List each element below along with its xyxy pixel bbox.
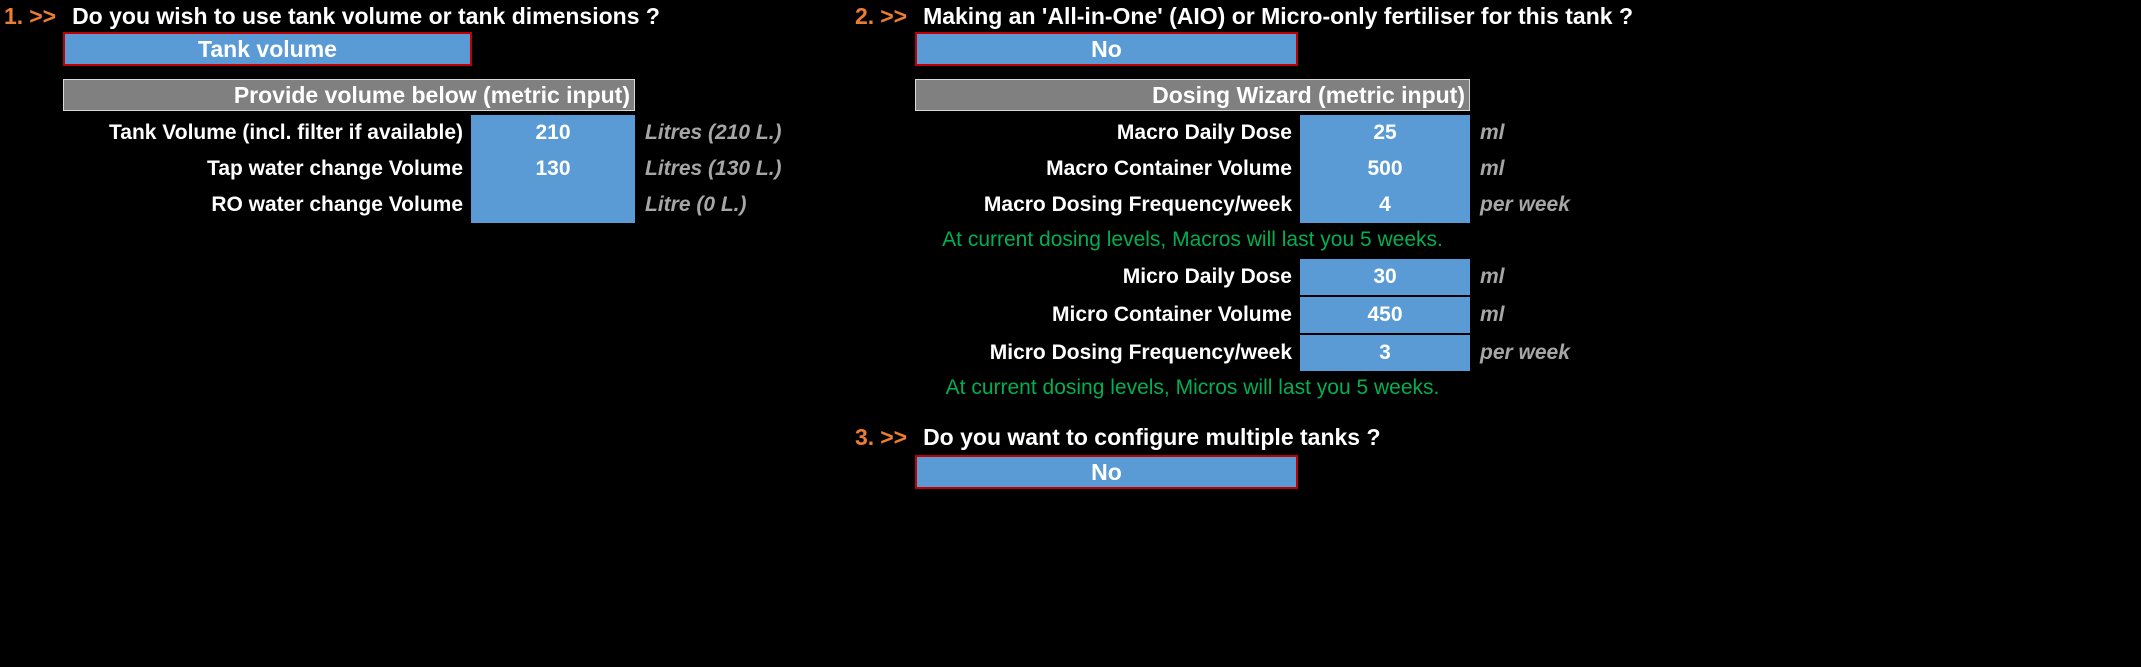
tap-water-change-unit: Litres (130 L.) (645, 157, 782, 180)
table-row-macro-dosing-frequency: Macro Dosing Frequency/week 4 per week (915, 187, 1620, 223)
question-1-arrow-icon: >> (29, 3, 57, 29)
provide-volume-header: Provide volume below (metric input) (63, 79, 635, 111)
micro-daily-dose-unit: ml (1480, 265, 1505, 288)
tank-input-mode-dropdown[interactable]: Tank volume (63, 32, 472, 66)
table-row-micro-daily-dose: Micro Daily Dose 30 ml (915, 259, 1620, 295)
table-row-micro-container-volume: Micro Container Volume 450 ml (915, 297, 1620, 333)
macro-dosing-frequency-unit: per week (1480, 193, 1570, 216)
tap-water-change-input[interactable]: 130 (471, 151, 635, 187)
micro-dosing-frequency-input[interactable]: 3 (1300, 335, 1470, 371)
question-3: 3. >> Do you want to configure multiple … (855, 424, 1381, 451)
ro-water-change-label: RO water change Volume (211, 193, 463, 216)
micro-daily-dose-input[interactable]: 30 (1300, 259, 1470, 295)
table-row-micro-dosing-frequency: Micro Dosing Frequency/week 3 per week (915, 335, 1620, 371)
macro-daily-dose-unit: ml (1480, 121, 1505, 144)
macro-container-volume-unit: ml (1480, 157, 1505, 180)
question-1: 1. >> Do you wish to use tank volume or … (4, 3, 660, 30)
tank-volume-label: Tank Volume (incl. filter if available) (109, 121, 463, 144)
question-1-number: 1. (4, 3, 24, 29)
question-2-text: Making an 'All-in-One' (AIO) or Micro-on… (923, 3, 1633, 29)
micro-dosing-frequency-label: Micro Dosing Frequency/week (989, 341, 1292, 364)
ro-water-change-unit: Litre (0 L.) (645, 193, 747, 216)
question-2-number: 2. (855, 3, 875, 29)
aio-or-micro-value: No (1091, 35, 1122, 62)
tank-volume-unit: Litres (210 L.) (645, 121, 782, 144)
macro-container-volume-label: Macro Container Volume (1046, 157, 1292, 180)
micro-dosing-frequency-unit: per week (1480, 341, 1570, 364)
micro-container-volume-label: Micro Container Volume (1052, 303, 1292, 326)
micro-daily-dose-label: Micro Daily Dose (1122, 265, 1292, 288)
question-2-arrow-icon: >> (880, 3, 908, 29)
multiple-tanks-dropdown[interactable]: No (915, 455, 1298, 489)
micro-duration-note: At current dosing levels, Micros will la… (945, 376, 1440, 399)
multiple-tanks-value: No (1091, 458, 1122, 485)
question-3-text: Do you want to configure multiple tanks … (923, 424, 1381, 450)
ro-water-change-input[interactable] (471, 187, 635, 223)
aio-or-micro-dropdown[interactable]: No (915, 32, 1298, 66)
macro-dosing-frequency-label: Macro Dosing Frequency/week (983, 193, 1292, 216)
table-row-tap-water-change: Tap water change Volume 130 Litres (130 … (63, 151, 865, 187)
dosing-wizard-header: Dosing Wizard (metric input) (915, 79, 1470, 111)
worksheet-canvas: 1. >> Do you wish to use tank volume or … (0, 0, 2141, 667)
table-row-ro-water-change: RO water change Volume Litre (0 L.) (63, 187, 865, 223)
macro-daily-dose-label: Macro Daily Dose (1116, 121, 1292, 144)
macro-daily-dose-input[interactable]: 25 (1300, 115, 1470, 151)
question-2: 2. >> Making an 'All-in-One' (AIO) or Mi… (855, 3, 1633, 30)
table-row-tank-volume: Tank Volume (incl. filter if available) … (63, 115, 865, 151)
question-3-arrow-icon: >> (880, 424, 908, 450)
dosing-wizard-header-label: Dosing Wizard (metric input) (1152, 81, 1465, 108)
micro-container-volume-unit: ml (1480, 303, 1505, 326)
tap-water-change-label: Tap water change Volume (207, 157, 463, 180)
macro-container-volume-input[interactable]: 500 (1300, 151, 1470, 187)
macro-duration-note: At current dosing levels, Macros will la… (942, 228, 1443, 251)
question-3-number: 3. (855, 424, 875, 450)
table-row-macro-container-volume: Macro Container Volume 500 ml (915, 151, 1620, 187)
tank-volume-input[interactable]: 210 (471, 115, 635, 151)
question-1-text: Do you wish to use tank volume or tank d… (72, 3, 660, 29)
macro-dosing-frequency-input[interactable]: 4 (1300, 187, 1470, 223)
micro-container-volume-input[interactable]: 450 (1300, 297, 1470, 333)
provide-volume-header-label: Provide volume below (metric input) (233, 81, 630, 108)
table-row-macro-daily-dose: Macro Daily Dose 25 ml (915, 115, 1620, 151)
tank-input-mode-value: Tank volume (198, 35, 337, 62)
